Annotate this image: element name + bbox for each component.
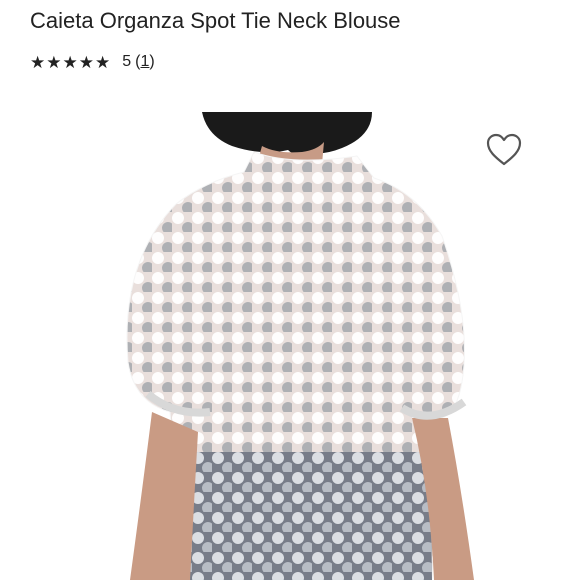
rating-value: 5: [122, 53, 132, 70]
rating-close-paren: ): [149, 53, 155, 70]
star-icon: ★: [46, 52, 62, 72]
heart-outline-icon: [486, 133, 522, 166]
review-count-link[interactable]: 1: [140, 53, 149, 71]
rating-summary[interactable]: ★ ★ ★ ★ ★ 5 (1): [30, 50, 155, 74]
star-icon: ★: [95, 52, 111, 72]
star-icon: ★: [62, 52, 78, 72]
model-left-arm: [130, 412, 198, 580]
blouse-hem: [184, 452, 432, 580]
rating-stars: ★ ★ ★ ★ ★: [30, 54, 110, 71]
star-icon: ★: [78, 52, 94, 72]
product-image[interactable]: [112, 112, 550, 580]
product-title: Caieta Organza Spot Tie Neck Blouse: [30, 8, 401, 33]
star-icon: ★: [30, 52, 46, 72]
favorite-button[interactable]: [484, 130, 524, 168]
model-hair: [202, 112, 372, 155]
